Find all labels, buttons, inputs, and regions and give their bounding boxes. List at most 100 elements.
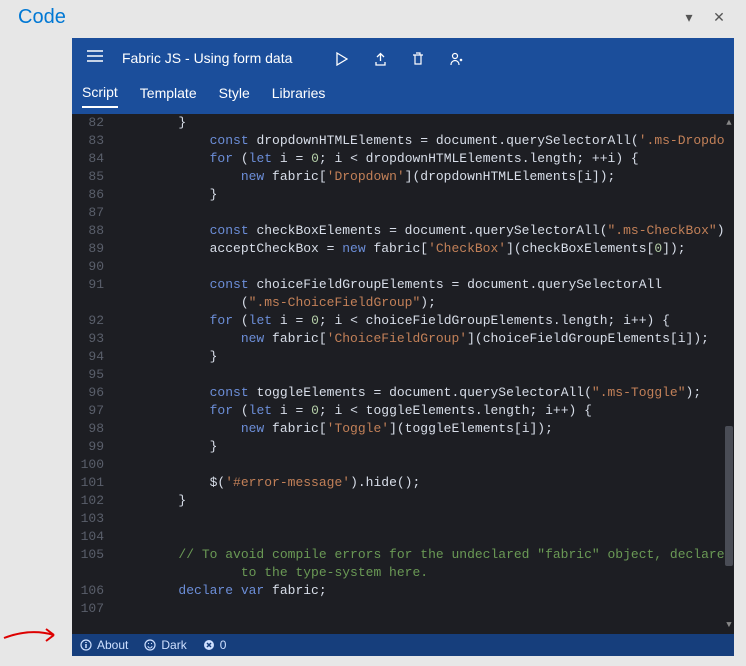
line-content: $('#error-message').hide(); — [116, 474, 724, 492]
toolbar: Fabric JS - Using form data — [72, 38, 734, 78]
code-line: 84 for (let i = 0; i < dropdownHTMLEleme… — [72, 150, 724, 168]
line-number: 98 — [72, 420, 116, 438]
line-content: declare var fabric; — [116, 582, 724, 600]
code-line: 94 } — [72, 348, 724, 366]
line-content — [116, 528, 724, 546]
code-line: 82 } — [72, 114, 724, 132]
line-content — [116, 204, 724, 222]
code-line: 105 // To avoid compile errors for the u… — [72, 546, 724, 564]
status-errors[interactable]: 0 — [203, 638, 227, 652]
status-theme[interactable]: Dark — [144, 638, 186, 652]
line-content: } — [116, 186, 724, 204]
line-content: } — [116, 348, 724, 366]
line-content: // To avoid compile errors for the undec… — [116, 546, 724, 564]
line-content — [116, 510, 724, 528]
delete-button[interactable] — [402, 50, 434, 66]
line-content — [116, 456, 724, 474]
code-line: 90 — [72, 258, 724, 276]
code-line: 88 const checkBoxElements = document.que… — [72, 222, 724, 240]
code-line: 87 — [72, 204, 724, 222]
app-title: Code — [14, 6, 674, 29]
hamburger-icon — [87, 50, 103, 62]
line-number: 83 — [72, 132, 116, 150]
menu-button[interactable] — [80, 49, 110, 67]
code-line: (".ms-ChoiceFieldGroup"); — [72, 294, 724, 312]
line-content — [116, 366, 724, 384]
tab-libraries[interactable]: Libraries — [272, 85, 326, 107]
play-icon — [336, 52, 348, 66]
line-content: for (let i = 0; i < toggleElements.lengt… — [116, 402, 724, 420]
annotation-arrow — [0, 620, 70, 650]
line-number: 93 — [72, 330, 116, 348]
code-editor[interactable]: 82 }83 const dropdownHTMLElements = docu… — [72, 114, 734, 634]
user-button[interactable] — [440, 50, 472, 66]
tabs: Script Template Style Libraries — [72, 78, 734, 114]
info-icon — [80, 639, 92, 651]
line-number: 100 — [72, 456, 116, 474]
code-line: 103 — [72, 510, 724, 528]
line-number: 96 — [72, 384, 116, 402]
code-line: 96 const toggleElements = document.query… — [72, 384, 724, 402]
share-icon — [373, 52, 387, 66]
code-line: 91 const choiceFieldGroupElements = docu… — [72, 276, 724, 294]
status-theme-label: Dark — [161, 638, 186, 652]
line-content: const toggleElements = document.querySel… — [116, 384, 724, 402]
line-content: const choiceFieldGroupElements = documen… — [116, 276, 724, 294]
minimize-button[interactable]: ▾ — [674, 9, 704, 26]
title-bar: Code ▾ ✕ — [0, 0, 746, 34]
code-line: 106 declare var fabric; — [72, 582, 724, 600]
line-content: acceptCheckBox = new fabric['CheckBox'](… — [116, 240, 724, 258]
status-about[interactable]: About — [80, 638, 128, 652]
line-number: 95 — [72, 366, 116, 384]
editor-panel: Fabric JS - Using form data Script Templa… — [72, 38, 734, 656]
line-number: 85 — [72, 168, 116, 186]
line-number: 87 — [72, 204, 116, 222]
tab-style[interactable]: Style — [219, 85, 250, 107]
scrollbar-thumb[interactable] — [725, 426, 733, 566]
close-button[interactable]: ✕ — [704, 9, 734, 26]
code-line: 102 } — [72, 492, 724, 510]
code-line: 104 — [72, 528, 724, 546]
scroll-down-icon[interactable]: ▼ — [724, 616, 734, 634]
person-icon — [449, 52, 463, 66]
line-number: 89 — [72, 240, 116, 258]
line-number: 101 — [72, 474, 116, 492]
run-button[interactable] — [326, 50, 358, 66]
line-number — [72, 564, 116, 582]
line-number: 82 — [72, 114, 116, 132]
code-line: 85 new fabric['Dropdown'](dropdownHTMLEl… — [72, 168, 724, 186]
line-content — [116, 258, 724, 276]
line-content — [116, 600, 724, 618]
share-button[interactable] — [364, 50, 396, 66]
code-line: 86 } — [72, 186, 724, 204]
tab-template[interactable]: Template — [140, 85, 197, 107]
line-number: 90 — [72, 258, 116, 276]
code-line: 93 new fabric['ChoiceFieldGroup'](choice… — [72, 330, 724, 348]
line-content: new fabric['Toggle'](toggleElements[i]); — [116, 420, 724, 438]
line-content: } — [116, 114, 724, 132]
scrollbar[interactable]: ▲ ▼ — [724, 114, 734, 634]
code-line: 98 new fabric['Toggle'](toggleElements[i… — [72, 420, 724, 438]
code-line: 95 — [72, 366, 724, 384]
code-line: 100 — [72, 456, 724, 474]
code-line: 99 } — [72, 438, 724, 456]
code-line: 83 const dropdownHTMLElements = document… — [72, 132, 724, 150]
line-content: new fabric['ChoiceFieldGroup'](choiceFie… — [116, 330, 724, 348]
line-content: } — [116, 492, 724, 510]
code-line: to the type-system here. — [72, 564, 724, 582]
code-line: 89 acceptCheckBox = new fabric['CheckBox… — [72, 240, 724, 258]
status-bar: About Dark 0 — [72, 634, 734, 656]
line-content: (".ms-ChoiceFieldGroup"); — [116, 294, 724, 312]
line-number: 91 — [72, 276, 116, 294]
theme-icon — [144, 639, 156, 651]
tab-script[interactable]: Script — [82, 84, 118, 108]
line-content: for (let i = 0; i < choiceFieldGroupElem… — [116, 312, 724, 330]
line-number: 99 — [72, 438, 116, 456]
scroll-up-icon[interactable]: ▲ — [724, 114, 734, 132]
code-line: 92 for (let i = 0; i < choiceFieldGroupE… — [72, 312, 724, 330]
line-number: 102 — [72, 492, 116, 510]
line-number: 107 — [72, 600, 116, 618]
line-content: for (let i = 0; i < dropdownHTMLElements… — [116, 150, 724, 168]
line-number: 84 — [72, 150, 116, 168]
line-content: new fabric['Dropdown'](dropdownHTMLEleme… — [116, 168, 724, 186]
